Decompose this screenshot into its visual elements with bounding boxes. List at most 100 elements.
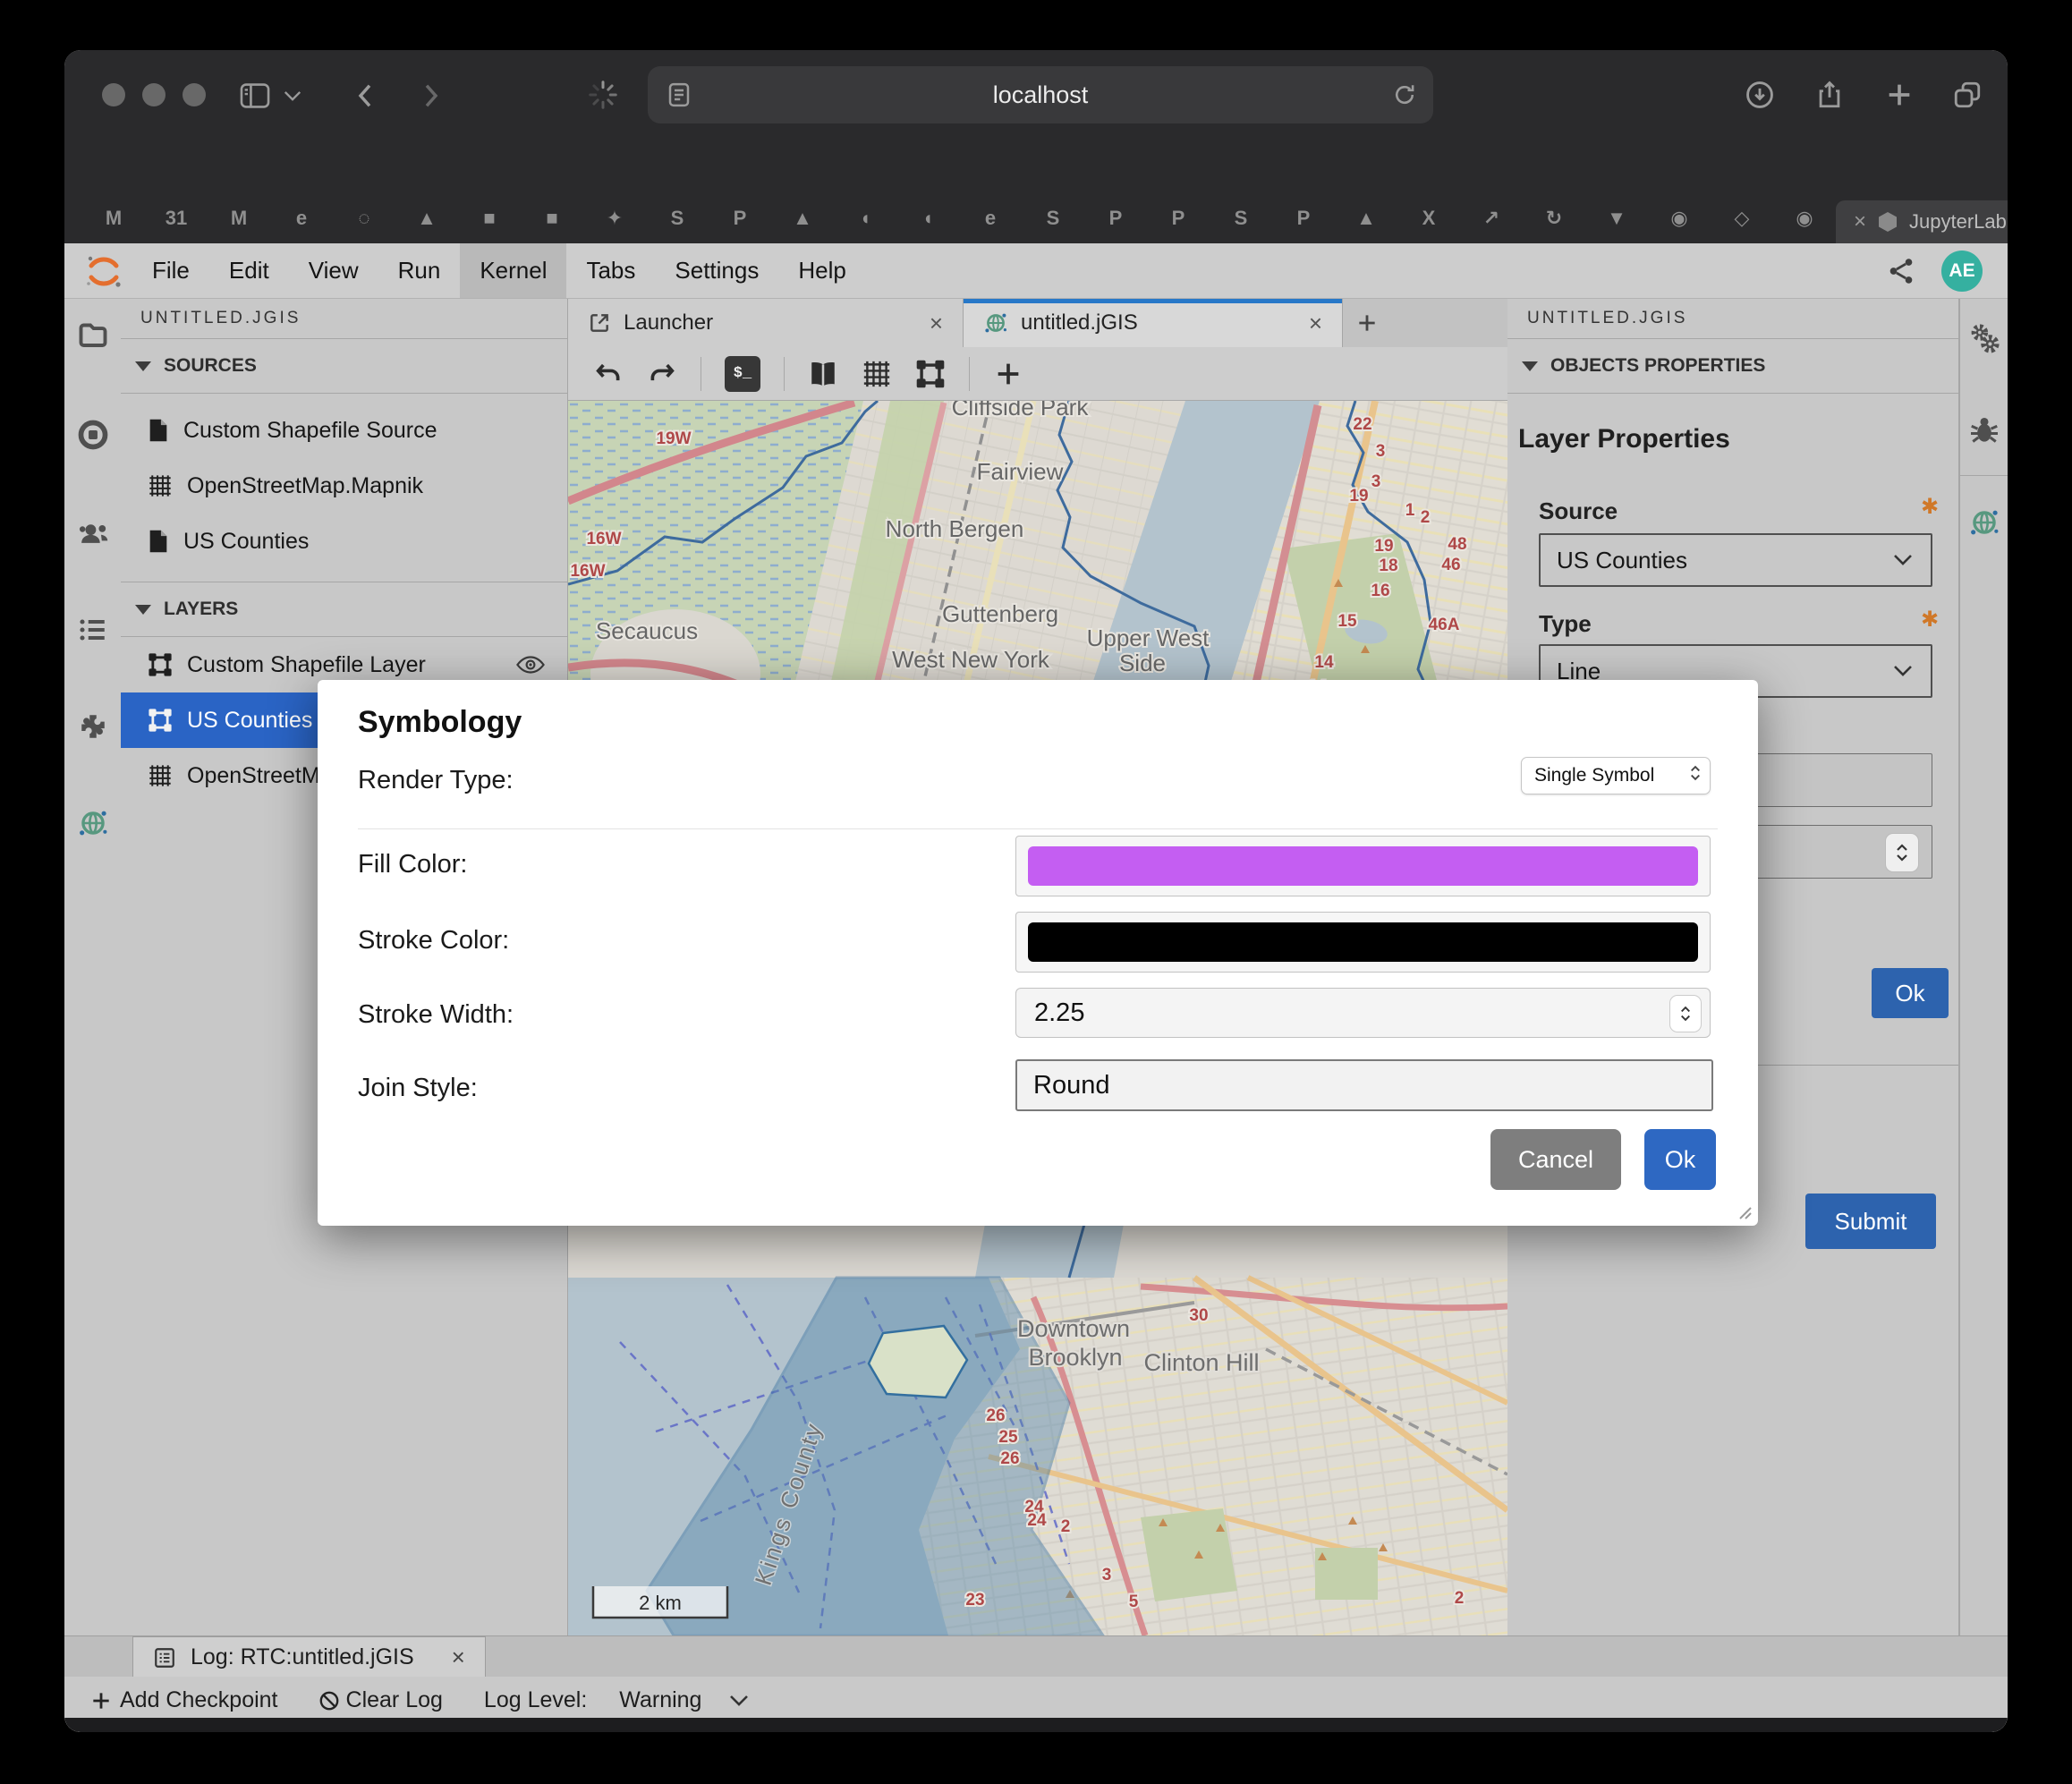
jupytergis-icon[interactable] [77,807,109,839]
pinned-tab-favicon[interactable]: ▲ [1335,199,1397,238]
add-checkpoint-button[interactable]: Add Checkpoint [120,1687,278,1713]
window-close-button[interactable] [102,83,125,106]
file-browser-icon[interactable] [77,319,109,351]
menu-item-kernel[interactable]: Kernel [460,243,566,298]
downloads-icon[interactable] [1745,80,1775,110]
sidebar-chevron-icon[interactable] [283,89,302,103]
render-type-select[interactable]: Single Symbol [1521,757,1711,794]
menu-item-help[interactable]: Help [778,243,865,298]
property-inspector-icon[interactable] [1968,322,2000,354]
pinned-tab-favicon[interactable]: ▲ [771,199,834,238]
panel-ok-button[interactable]: Ok [1872,968,1949,1018]
sources-section-header[interactable]: SOURCES [121,339,567,394]
submit-button[interactable]: Submit [1805,1194,1936,1249]
basemap-icon[interactable] [808,359,838,389]
pinned-tab-favicon[interactable]: e [959,199,1022,238]
browser-tab-jupyterlab[interactable]: × JupyterLab [1836,200,2008,243]
pinned-tab-favicon[interactable]: ◉ [1773,199,1836,238]
stroke-color-input[interactable] [1015,912,1711,973]
menu-item-run[interactable]: Run [378,243,461,298]
refresh-icon[interactable] [1392,82,1417,107]
tab-untitled-jgis[interactable]: untitled.jGIS × [964,299,1343,347]
stroke-width-input[interactable]: 2.25 [1015,988,1711,1038]
source-item[interactable]: Custom Shapefile Source [121,403,567,458]
running-kernels-icon[interactable] [77,419,109,451]
pinned-tab-favicon[interactable]: ▲ [395,199,458,238]
sidebar-toggle-icon[interactable] [240,82,270,109]
extensions-icon[interactable] [77,710,109,743]
layers-section-header[interactable]: LAYERS [121,582,567,637]
tab-overview-icon[interactable] [1952,80,1983,110]
share-document-icon[interactable] [1886,256,1916,286]
pinned-tab-favicon[interactable]: ✦ [583,199,646,238]
menu-item-view[interactable]: View [289,243,378,298]
pinned-tab-favicon[interactable]: ◌ [333,199,395,238]
pinned-tab-favicon[interactable]: ◖ [834,199,896,238]
visibility-eye-icon[interactable] [515,654,546,675]
menu-item-settings[interactable]: Settings [655,243,778,298]
add-tab-button[interactable] [1343,299,1391,347]
share-icon[interactable] [1814,79,1845,111]
forward-icon[interactable] [422,81,440,110]
tab-close-icon[interactable]: × [1309,310,1322,337]
pinned-tab-favicon[interactable]: ■ [458,199,521,238]
close-icon[interactable]: × [452,1644,465,1671]
source-select[interactable]: US Counties [1539,533,1932,587]
fill-color-input[interactable] [1015,836,1711,896]
source-item[interactable]: US Counties [121,514,567,569]
window-minimize-button[interactable] [142,83,166,106]
table-of-contents-icon[interactable] [77,614,109,646]
pinned-tab-favicon[interactable]: S [1022,199,1084,238]
ok-button[interactable]: Ok [1644,1129,1716,1190]
objects-properties-header[interactable]: OBJECTS PROPERTIES [1507,339,1958,394]
log-level-select[interactable]: Warning [619,1687,701,1713]
pinned-tab-favicon[interactable]: S [1210,199,1272,238]
menu-item-file[interactable]: File [132,243,209,298]
chevron-down-icon[interactable] [728,1694,750,1708]
resize-handle[interactable] [1733,1201,1753,1220]
back-icon[interactable] [356,81,374,110]
cancel-button[interactable]: Cancel [1490,1129,1621,1190]
tab-launcher[interactable]: Launcher × [568,299,964,347]
user-avatar[interactable]: AE [1941,251,1983,292]
pinned-tab-favicon[interactable]: ↻ [1523,199,1585,238]
raster-layer-icon[interactable] [862,359,892,389]
debugger-icon[interactable] [1968,413,2000,446]
pinned-tab-favicon[interactable]: S [646,199,709,238]
pinned-tab-favicon[interactable]: ◉ [1648,199,1711,238]
collaboration-icon[interactable] [77,517,109,549]
pinned-tab-favicon[interactable]: ▼ [1585,199,1648,238]
pinned-tab-favicon[interactable]: M [208,199,270,238]
source-item[interactable]: OpenStreetMap.Mapnik [121,458,567,514]
tab-close-icon[interactable]: × [930,310,943,337]
pinned-tab-favicon[interactable]: ◖ [896,199,959,238]
undo-icon[interactable] [593,359,624,389]
menu-item-edit[interactable]: Edit [209,243,289,298]
pinned-tab-favicon[interactable]: X [1397,199,1460,238]
pinned-tab-favicon[interactable]: P [1147,199,1210,238]
stepper-arrows[interactable] [1885,833,1919,872]
clear-log-button[interactable]: Clear Log [346,1687,443,1713]
pinned-tab-favicon[interactable]: e [270,199,333,238]
pinned-tab-favicon[interactable]: P [1272,199,1335,238]
log-console-tab[interactable]: Log: RTC:untitled.jGIS × [132,1636,486,1678]
pinned-tab-favicon[interactable]: P [709,199,771,238]
pinned-tab-favicon[interactable]: ■ [521,199,583,238]
tab-close-icon[interactable]: × [1854,209,1866,234]
reader-icon[interactable] [666,81,692,109]
pinned-tab-favicon[interactable]: ◇ [1711,199,1773,238]
new-tab-icon[interactable] [1884,80,1915,110]
add-layer-icon[interactable] [993,359,1023,389]
pinned-tab-favicon[interactable]: 31 [145,199,208,238]
pinned-tab-favicon[interactable]: M [82,199,145,238]
pinned-tab-favicon[interactable]: P [1084,199,1147,238]
redo-icon[interactable] [647,359,677,389]
address-bar[interactable]: localhost [648,66,1433,123]
menu-item-tabs[interactable]: Tabs [566,243,655,298]
vector-layer-icon[interactable] [915,359,946,389]
window-zoom-button[interactable] [183,83,206,106]
jupytergis-panel-icon[interactable] [1968,506,2000,539]
join-style-select[interactable]: Round [1015,1059,1713,1111]
console-icon[interactable]: $_ [725,356,760,392]
pinned-tab-favicon[interactable]: ↗ [1460,199,1523,238]
